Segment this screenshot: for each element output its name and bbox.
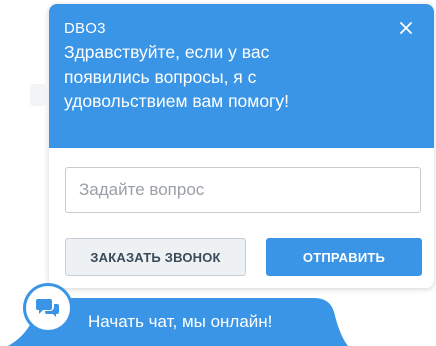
chat-bubbles-icon [36,299,59,317]
order-call-button[interactable]: ЗАКАЗАТЬ ЗВОНОК [65,238,246,276]
greeting-message: Здравствуйте, если у вас появились вопро… [64,42,290,111]
page: DBO3 Здравствуйте, если у вас появились … [0,0,436,346]
background-element [30,84,46,106]
send-label: ОТПРАВИТЬ [302,249,386,265]
close-button[interactable] [394,16,418,40]
order-call-label: ЗАКАЗАТЬ ЗВОНОК [90,249,221,265]
start-chat-label: Начать чат, мы онлайн! [88,312,273,331]
operator-name: DBO3 [64,20,106,37]
close-icon [400,22,412,34]
question-input[interactable] [65,167,421,213]
send-button[interactable]: ОТПРАВИТЬ [266,238,422,276]
chat-header: DBO3 Здравствуйте, если у вас появились … [49,4,434,148]
chat-avatar[interactable] [26,286,70,330]
chat-widget: DBO3 Здравствуйте, если у вас появились … [49,4,434,288]
